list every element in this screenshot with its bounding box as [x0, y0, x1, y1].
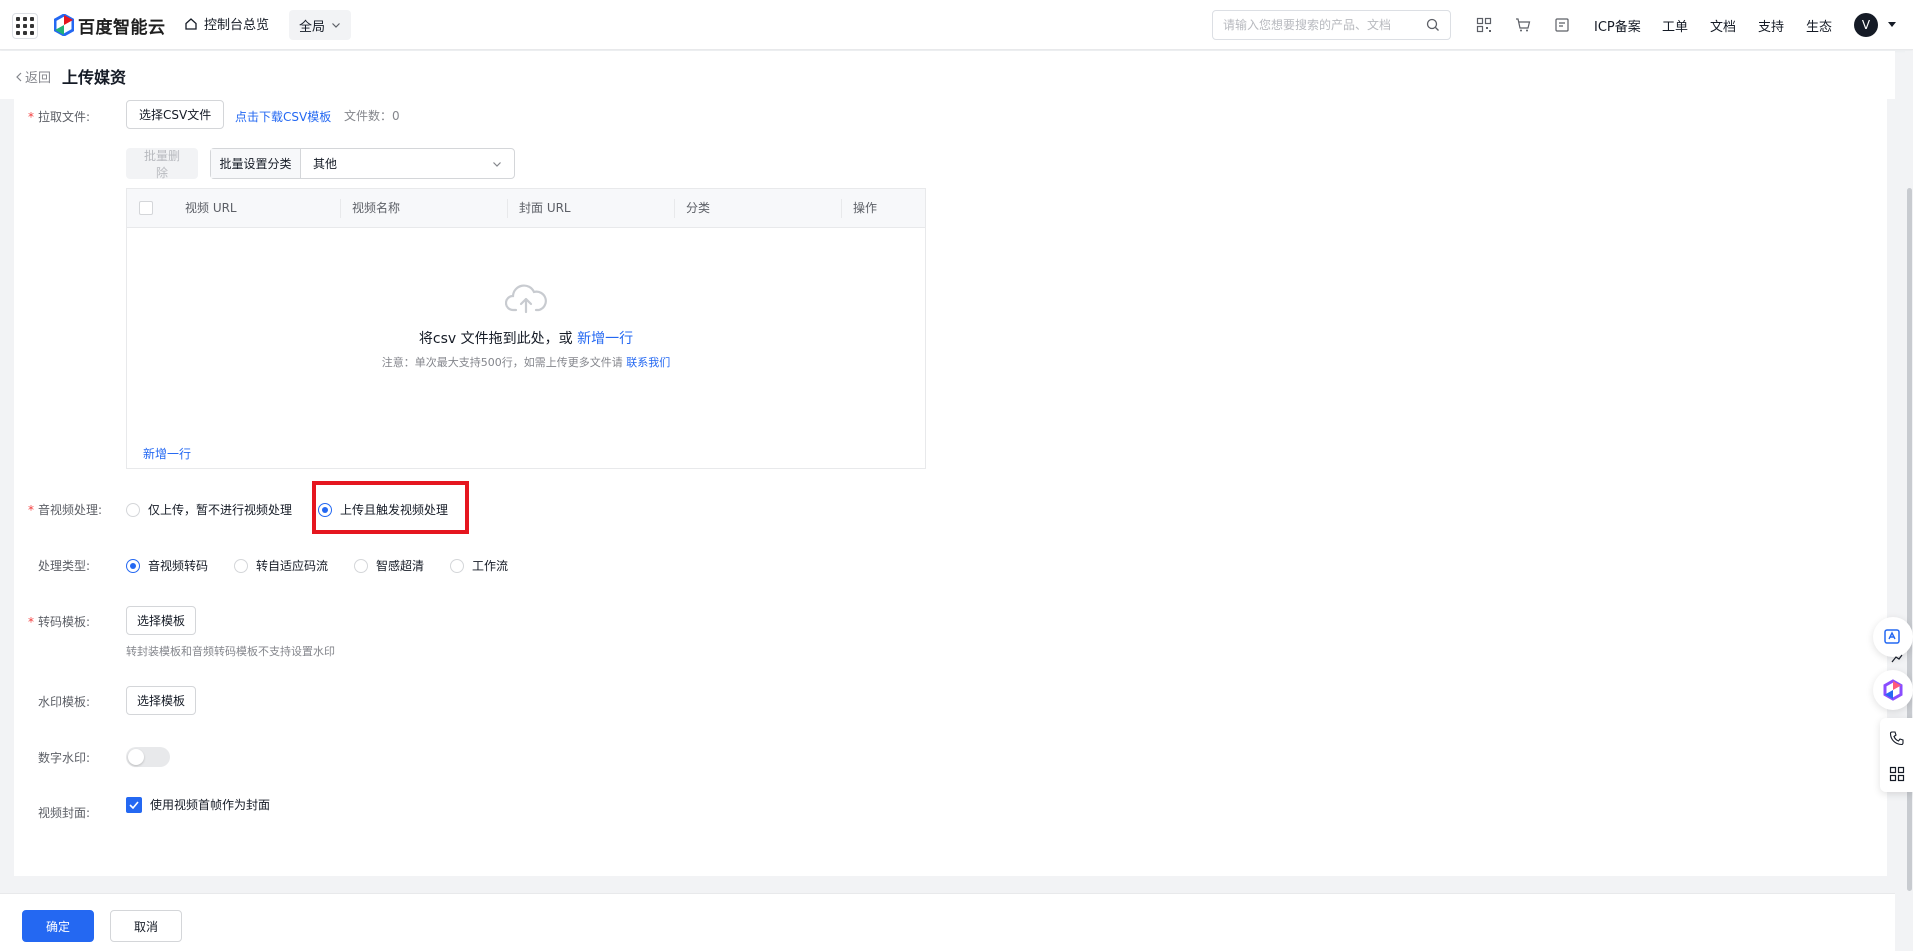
checkbox-label: 使用视频首帧作为封面 [150, 798, 271, 812]
home-icon [185, 17, 197, 30]
caret-down-icon[interactable] [1888, 22, 1896, 28]
first-frame-cover-checkbox[interactable]: 使用视频首帧作为封面 [126, 796, 270, 813]
drop-hint-text: 将csv 文件拖到此处，或 [418, 331, 573, 347]
top-navigation-bar: 百度智能云 控制台总览 全局 ICP备案 工单 文档 支持 生态 V [0, 0, 1913, 50]
radio-button-selected [126, 558, 140, 573]
column-video-url: 视频 URL [185, 201, 237, 215]
transcode-template-label: * 转码模板: [28, 615, 91, 629]
radio-smart-hd[interactable]: 智感超清 [354, 557, 424, 574]
chevron-down-icon [493, 161, 501, 167]
chevron-down-icon [332, 23, 340, 28]
select-all-checkbox[interactable] [139, 201, 153, 215]
column-category: 分类 [686, 201, 711, 215]
side-tool-panel [1880, 718, 1913, 792]
page-header: 返回 上传媒资 [0, 51, 1895, 99]
radio-label: 仅上传，暂不进行视频处理 [148, 503, 293, 517]
back-button[interactable]: 返回 [16, 67, 51, 86]
ecosystem-link[interactable]: 生态 [1806, 16, 1832, 35]
ai-assistant-button[interactable] [1873, 617, 1913, 657]
billing-icon[interactable] [1554, 17, 1570, 33]
page-title: 上传媒资 [62, 68, 127, 87]
radio-label: 工作流 [472, 559, 509, 573]
global-search [1212, 10, 1451, 40]
media-table: 视频 URL 视频名称 封面 URL 分类 操作 将csv 文件拖到此处，或 新… [126, 188, 926, 469]
cloud-upload-icon [504, 284, 547, 314]
docs-link[interactable]: 文档 [1710, 16, 1736, 35]
cart-icon[interactable] [1515, 17, 1531, 33]
product-assistant-button[interactable] [1873, 670, 1913, 710]
avatar[interactable]: V [1854, 13, 1878, 37]
checkmark-icon [129, 800, 139, 809]
radio-button [354, 558, 368, 573]
row-limit-note: 注意：单次最大支持500行，如需上传更多文件请 [381, 356, 623, 369]
column-video-name: 视频名称 [352, 201, 401, 215]
radio-button [450, 558, 464, 573]
radio-label: 音视频转码 [148, 559, 209, 573]
form-footer: 确定 取消 [0, 893, 1895, 951]
brand-logo-icon [54, 14, 74, 36]
add-row-link[interactable]: 新增一行 [143, 445, 191, 462]
pull-files-label: * 拉取文件: [28, 110, 91, 124]
select-watermark-template-button[interactable]: 选择模板 [126, 686, 197, 715]
batch-category-label: 批量设置分类 [211, 149, 301, 178]
radio-button [126, 502, 140, 517]
select-transcode-template-button[interactable]: 选择模板 [126, 606, 197, 635]
app-grid-icon[interactable] [12, 13, 38, 39]
console-home-label: 控制台总览 [204, 18, 270, 33]
qrcode-icon[interactable] [1476, 17, 1492, 33]
batch-delete-button[interactable]: 批量删除 [126, 148, 198, 180]
phone-icon[interactable] [1889, 730, 1905, 746]
table-header: 视频 URL 视频名称 封面 URL 分类 操作 [127, 189, 925, 228]
batch-category-select[interactable]: 其他 [301, 149, 514, 178]
select-csv-button[interactable]: 选择CSV文件 [126, 100, 225, 129]
av-processing-label: * 音视频处理: [28, 503, 103, 517]
highlight-box [312, 481, 469, 534]
search-icon[interactable] [1426, 18, 1440, 32]
radio-workflow[interactable]: 工作流 [450, 557, 508, 574]
download-csv-template-link[interactable]: 点击下载CSV模板 [235, 108, 331, 125]
digital-watermark-label: 数字水印: [38, 751, 91, 765]
radio-av-transcode[interactable]: 音视频转码 [126, 557, 208, 574]
search-input[interactable] [1223, 18, 1413, 32]
digital-watermark-toggle[interactable] [126, 747, 170, 767]
ticket-link[interactable]: 工单 [1662, 16, 1688, 35]
column-actions: 操作 [853, 201, 878, 215]
process-type-label: 处理类型: [38, 559, 91, 573]
column-cover-url: 封面 URL [519, 201, 571, 215]
confirm-button[interactable]: 确定 [22, 910, 94, 942]
batch-category-control: 批量设置分类 其他 [210, 148, 515, 179]
chevron-left-icon [16, 72, 22, 81]
console-home-link[interactable]: 控制台总览 [184, 14, 269, 33]
radio-upload-only[interactable]: 仅上传，暂不进行视频处理 [126, 501, 292, 518]
add-row-inline-link[interactable]: 新增一行 [577, 331, 633, 347]
cancel-button[interactable]: 取消 [110, 910, 182, 942]
brand-name: 百度智能云 [78, 17, 166, 38]
contact-us-link[interactable]: 联系我们 [626, 356, 670, 369]
grid-apps-icon[interactable] [1889, 766, 1905, 782]
radio-label: 转自适应码流 [256, 559, 329, 573]
brand-logo[interactable]: 百度智能云 [54, 12, 166, 38]
icp-link[interactable]: ICP备案 [1594, 16, 1641, 35]
hexagon-logo-icon [1883, 679, 1903, 701]
csv-drop-zone[interactable]: 将csv 文件拖到此处，或 新增一行 注意：单次最大支持500行，如需上传更多文… [127, 284, 925, 370]
upload-form: * 拉取文件: 选择CSV文件 点击下载CSV模板 文件数：0 批量删除 批量设置… [14, 99, 1887, 876]
phone-hint-icon [1891, 654, 1903, 663]
radio-label: 智感超清 [376, 559, 425, 573]
video-cover-label: 视频封面: [38, 806, 91, 820]
file-count: 文件数：0 [344, 109, 400, 123]
radio-button [234, 558, 248, 573]
watermark-template-label: 水印模板: [38, 695, 91, 709]
support-link[interactable]: 支持 [1758, 16, 1784, 35]
scope-value: 全局 [299, 19, 326, 35]
back-label: 返回 [25, 71, 52, 86]
batch-category-value: 其他 [313, 157, 338, 171]
ai-doc-icon [1884, 629, 1900, 644]
scope-select[interactable]: 全局 [289, 10, 352, 40]
radio-adaptive-stream[interactable]: 转自适应码流 [234, 557, 328, 574]
transcode-template-hint: 转封装模板和音频转码模板不支持设置水印 [126, 645, 335, 658]
checkbox-checked [126, 796, 142, 813]
